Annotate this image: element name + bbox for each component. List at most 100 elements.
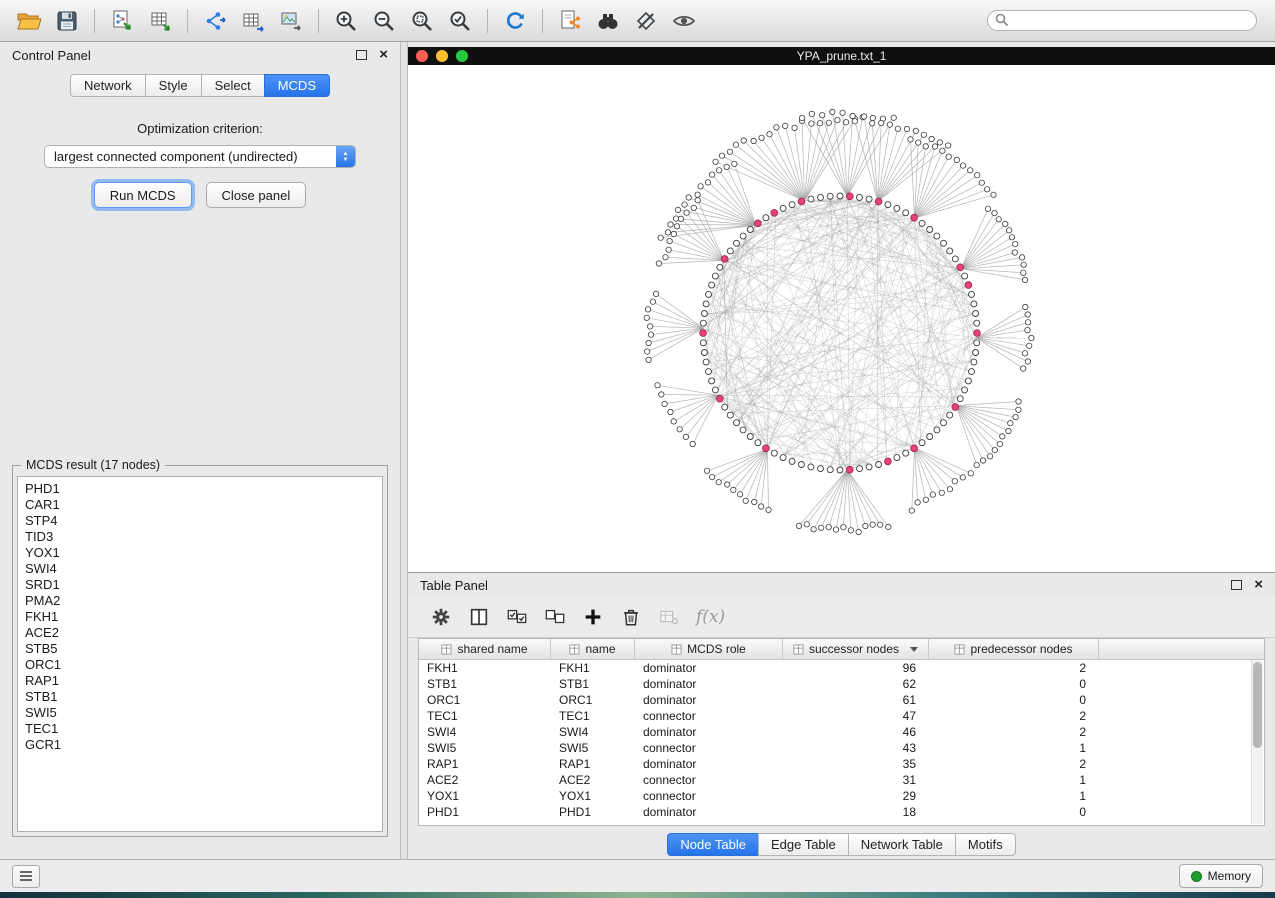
export-table-button[interactable] bbox=[234, 5, 272, 37]
close-panel-icon[interactable]: × bbox=[379, 50, 388, 60]
table-row[interactable]: ORC1 ORC1 dominator 61 0 bbox=[419, 692, 1264, 708]
cell-name[interactable]: ACE2 bbox=[551, 772, 635, 788]
cell-successor-nodes[interactable]: 46 bbox=[783, 724, 929, 740]
cell-shared-name[interactable]: STB1 bbox=[419, 676, 551, 692]
table-row[interactable]: SWI5 SWI5 connector 43 1 bbox=[419, 740, 1264, 756]
column-header-name[interactable]: name bbox=[551, 639, 635, 659]
show-graphics-details-button[interactable] bbox=[627, 5, 665, 37]
cell-predecessor-nodes[interactable]: 2 bbox=[929, 708, 1099, 724]
mcds-result-item[interactable]: STB5 bbox=[25, 641, 382, 657]
cell-mcds-role[interactable]: dominator bbox=[635, 676, 783, 692]
tab-network-table[interactable]: Network Table bbox=[848, 833, 955, 856]
cell-predecessor-nodes[interactable]: 0 bbox=[929, 804, 1099, 820]
cell-mcds-role[interactable]: dominator bbox=[635, 660, 783, 676]
open-session-button[interactable] bbox=[10, 5, 48, 37]
mcds-result-item[interactable]: STB1 bbox=[25, 689, 382, 705]
minimize-window-icon[interactable] bbox=[436, 50, 448, 62]
cell-mcds-role[interactable]: connector bbox=[635, 788, 783, 804]
cell-shared-name[interactable]: ACE2 bbox=[419, 772, 551, 788]
delete-column-button[interactable] bbox=[614, 601, 648, 633]
network-titlebar[interactable]: YPA_prune.txt_1 bbox=[408, 47, 1275, 65]
cell-mcds-role[interactable]: dominator bbox=[635, 724, 783, 740]
tab-edge-table[interactable]: Edge Table bbox=[758, 833, 848, 856]
cell-shared-name[interactable]: FKH1 bbox=[419, 660, 551, 676]
mcds-result-item[interactable]: SWI5 bbox=[25, 705, 382, 721]
tab-mcds[interactable]: MCDS bbox=[264, 74, 330, 97]
cell-shared-name[interactable]: PHD1 bbox=[419, 804, 551, 820]
cell-name[interactable]: YOX1 bbox=[551, 788, 635, 804]
zoom-selected-button[interactable] bbox=[403, 5, 441, 37]
table-row[interactable]: TEC1 TEC1 connector 47 2 bbox=[419, 708, 1264, 724]
cell-predecessor-nodes[interactable]: 2 bbox=[929, 724, 1099, 740]
float-panel-icon[interactable] bbox=[356, 50, 367, 60]
network-graph[interactable] bbox=[408, 65, 1275, 567]
mcds-result-item[interactable]: TID3 bbox=[25, 529, 382, 545]
table-row[interactable]: ACE2 ACE2 connector 31 1 bbox=[419, 772, 1264, 788]
cell-shared-name[interactable]: TEC1 bbox=[419, 708, 551, 724]
maximize-window-icon[interactable] bbox=[456, 50, 468, 62]
tab-node-table[interactable]: Node Table bbox=[667, 833, 758, 856]
table-scrollbar[interactable] bbox=[1251, 660, 1263, 824]
table-row[interactable]: SWI4 SWI4 dominator 46 2 bbox=[419, 724, 1264, 740]
export-network-button[interactable] bbox=[196, 5, 234, 37]
search-input[interactable] bbox=[987, 10, 1257, 31]
cell-name[interactable]: PHD1 bbox=[551, 804, 635, 820]
refresh-layout-button[interactable] bbox=[496, 5, 534, 37]
cell-successor-nodes[interactable]: 47 bbox=[783, 708, 929, 724]
cell-successor-nodes[interactable]: 43 bbox=[783, 740, 929, 756]
mcds-result-list[interactable]: PHD1 CAR1 STP4 TID3 YOX1 SWI4 SRD1 PMA2 bbox=[17, 476, 383, 832]
cell-mcds-role[interactable]: dominator bbox=[635, 804, 783, 820]
mcds-result-item[interactable]: FKH1 bbox=[25, 609, 382, 625]
close-panel-button[interactable]: Close panel bbox=[206, 182, 307, 208]
run-mcds-button[interactable]: Run MCDS bbox=[94, 182, 192, 208]
table-row[interactable]: FKH1 FKH1 dominator 96 2 bbox=[419, 660, 1264, 676]
zoom-out-button[interactable] bbox=[365, 5, 403, 37]
export-document-button[interactable] bbox=[551, 5, 589, 37]
criterion-dropdown[interactable]: largest connected component (undirected)… bbox=[44, 145, 356, 168]
import-table-button[interactable] bbox=[141, 5, 179, 37]
cell-predecessor-nodes[interactable]: 1 bbox=[929, 788, 1099, 804]
cell-successor-nodes[interactable]: 61 bbox=[783, 692, 929, 708]
search-network-button[interactable] bbox=[589, 5, 627, 37]
cell-mcds-role[interactable]: connector bbox=[635, 740, 783, 756]
cell-name[interactable]: ORC1 bbox=[551, 692, 635, 708]
close-window-icon[interactable] bbox=[416, 50, 428, 62]
cell-name[interactable]: STB1 bbox=[551, 676, 635, 692]
cell-name[interactable]: RAP1 bbox=[551, 756, 635, 772]
select-all-columns-button[interactable] bbox=[500, 601, 534, 633]
mcds-result-item[interactable]: CAR1 bbox=[25, 497, 382, 513]
cell-predecessor-nodes[interactable]: 1 bbox=[929, 740, 1099, 756]
create-column-button[interactable] bbox=[576, 601, 610, 633]
cell-mcds-role[interactable]: connector bbox=[635, 772, 783, 788]
cell-successor-nodes[interactable]: 29 bbox=[783, 788, 929, 804]
status-menu-button[interactable] bbox=[12, 865, 40, 888]
column-header-shared-name[interactable]: shared name bbox=[419, 639, 551, 659]
cell-predecessor-nodes[interactable]: 1 bbox=[929, 772, 1099, 788]
table-row[interactable]: YOX1 YOX1 connector 29 1 bbox=[419, 788, 1264, 804]
close-table-panel-icon[interactable]: × bbox=[1254, 580, 1263, 590]
cell-mcds-role[interactable]: dominator bbox=[635, 692, 783, 708]
cell-shared-name[interactable]: SWI5 bbox=[419, 740, 551, 756]
mcds-result-item[interactable]: ORC1 bbox=[25, 657, 382, 673]
show-hide-button[interactable] bbox=[665, 5, 703, 37]
column-header-predecessor-nodes[interactable]: predecessor nodes bbox=[929, 639, 1099, 659]
import-network-button[interactable] bbox=[103, 5, 141, 37]
float-table-panel-icon[interactable] bbox=[1231, 580, 1242, 590]
mcds-result-item[interactable]: TEC1 bbox=[25, 721, 382, 737]
cell-successor-nodes[interactable]: 18 bbox=[783, 804, 929, 820]
cell-name[interactable]: TEC1 bbox=[551, 708, 635, 724]
unselect-all-columns-button[interactable] bbox=[538, 601, 572, 633]
export-image-button[interactable] bbox=[272, 5, 310, 37]
column-header-mcds-role[interactable]: MCDS role bbox=[635, 639, 783, 659]
table-row[interactable]: PHD1 PHD1 dominator 18 0 bbox=[419, 804, 1264, 820]
show-columns-button[interactable] bbox=[462, 601, 496, 633]
cell-shared-name[interactable]: SWI4 bbox=[419, 724, 551, 740]
panel-splitter[interactable] bbox=[400, 42, 408, 859]
tab-select[interactable]: Select bbox=[201, 74, 264, 97]
mcds-result-item[interactable]: YOX1 bbox=[25, 545, 382, 561]
tab-style[interactable]: Style bbox=[145, 74, 201, 97]
mcds-result-item[interactable]: STP4 bbox=[25, 513, 382, 529]
cell-shared-name[interactable]: ORC1 bbox=[419, 692, 551, 708]
mcds-result-item[interactable]: SRD1 bbox=[25, 577, 382, 593]
zoom-fit-button[interactable] bbox=[441, 5, 479, 37]
